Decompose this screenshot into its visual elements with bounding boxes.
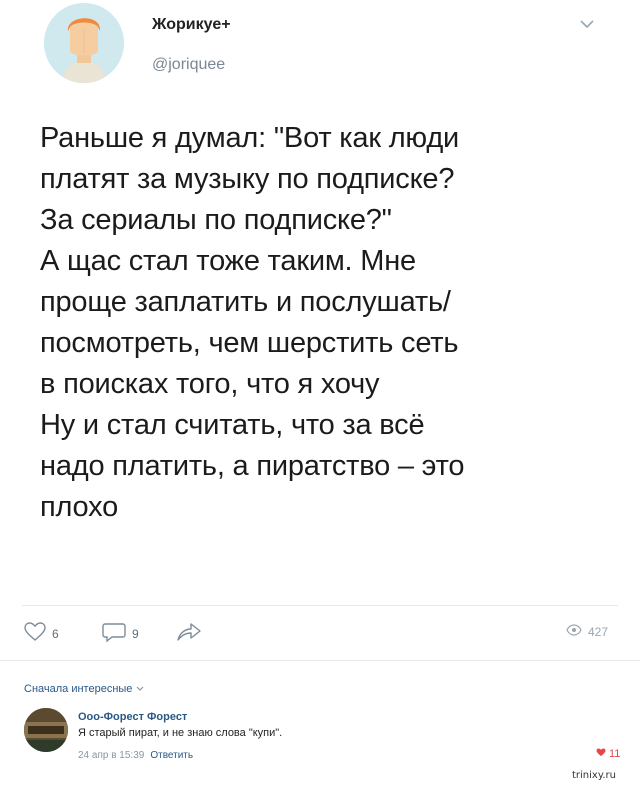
post-text-line: надо платить, а пиратство – это [40, 450, 465, 482]
comment-button[interactable]: 9 [102, 622, 139, 645]
comment-count: 9 [132, 626, 139, 641]
post-text-line: проще заплатить и послушать/ [40, 286, 451, 318]
comments-sort-dropdown[interactable]: Сначала интересные [24, 683, 144, 695]
comment-meta: 24 апр в 15:39 Ответить [78, 750, 193, 761]
comment-author[interactable]: Ооо-Форест Форест [78, 711, 187, 723]
sort-label: Сначала интересные [24, 683, 133, 695]
comment-like-button[interactable]: 11 [596, 748, 620, 760]
author-name[interactable]: Жорикуе+ [152, 16, 231, 34]
post-card: Жорикуе+ @joriquee Раньше я думал: "Вот … [0, 0, 640, 660]
post-text-line: А щас стал тоже таким. Мне [40, 245, 416, 277]
post-text-line: За сериалы по подписке?" [40, 204, 392, 236]
share-icon [176, 622, 202, 645]
chevron-down-icon [136, 683, 144, 695]
commenter-avatar[interactable] [24, 708, 68, 752]
chevron-down-icon[interactable] [577, 16, 597, 32]
divider [22, 605, 618, 606]
post-text-line: плохо [40, 491, 119, 523]
post-text: Раньше я думал: "Вот как люди платят за … [40, 118, 620, 528]
heart-icon [24, 622, 46, 645]
section-divider [0, 660, 640, 661]
post-text-line: платят за музыку по подписке? [40, 163, 455, 195]
like-button[interactable]: 6 [24, 622, 59, 645]
heart-icon [596, 748, 606, 760]
like-count: 6 [52, 626, 59, 641]
comment-icon [102, 622, 126, 645]
comment-like-count: 11 [609, 748, 621, 760]
author-handle[interactable]: @joriquee [152, 56, 225, 74]
post-text-line: Раньше я думал: "Вот как люди [40, 122, 460, 154]
views-counter: 427 [566, 624, 608, 639]
views-count: 427 [588, 624, 609, 639]
post-text-line: в поисках того, что я хочу [40, 368, 380, 400]
author-avatar[interactable] [44, 3, 124, 83]
reply-link[interactable]: Ответить [150, 750, 193, 761]
post-text-line: Ну и стал считать, что за всё [40, 409, 425, 441]
comment-date[interactable]: 24 апр в 15:39 [78, 750, 144, 761]
comment-text: Я старый пират, и не знаю слова "купи". [78, 727, 283, 739]
post-text-line: посмотреть, чем шерстить сеть [40, 327, 459, 359]
eye-icon [566, 624, 582, 639]
share-button[interactable] [176, 622, 202, 645]
watermark: trinixy.ru [572, 770, 616, 781]
